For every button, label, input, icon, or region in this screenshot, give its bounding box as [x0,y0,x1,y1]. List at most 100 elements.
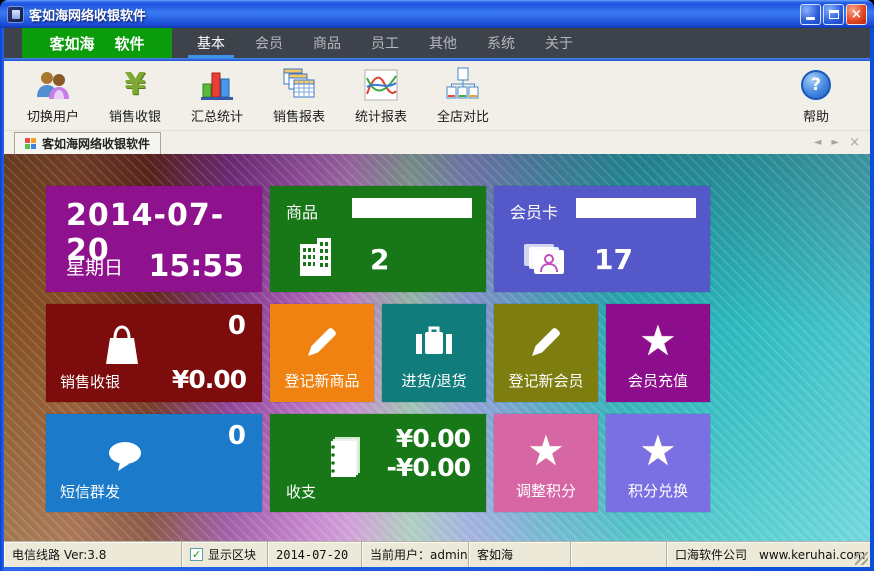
tile-member-recharge[interactable]: ★ 会员充值 [606,304,710,402]
help-icon: ? [796,66,836,104]
redeem-points-label: 积分兑换 [606,480,710,501]
document-tab-bar: 客如海网络收银软件 ◄ ► × [4,131,870,154]
tile-purchase-return[interactable]: 进货/退货 [382,304,486,402]
desktop-area: 2014-07-20 星期日 15:55 商品 [4,154,870,541]
tab-scroll-left-icon[interactable]: ◄ [814,138,822,149]
minimize-button[interactable] [800,4,821,25]
check-icon: ✓ [192,548,201,561]
star-icon: ★ [494,430,598,472]
purchase-return-label: 进货/退货 [382,370,486,391]
sales-cashier-button[interactable]: ¥ 销售收银 [94,66,176,125]
member-cards-icon [520,236,568,282]
tab-close-icon[interactable]: × [849,136,860,149]
app-window: 客如海网络收银软件 × 客如海 软件 基本 会员 商品 员工 其他 系统 关于 [0,0,874,571]
tile-new-product[interactable]: 登记新商品 [270,304,374,402]
cashier-count: 0 [228,311,246,341]
close-icon: × [851,7,862,22]
menu-tab-about[interactable]: 关于 [536,28,582,58]
document-tab-label: 客如海网络收银软件 [42,135,150,152]
sms-count: 0 [228,421,246,451]
speech-bubble-icon [102,438,150,482]
switch-user-icon [33,66,73,104]
adjust-points-label: 调整积分 [494,480,598,501]
sms-label: 短信群发 [60,481,120,502]
sales-report-button[interactable]: 销售报表 [258,66,340,125]
maximize-icon [829,10,839,19]
show-blocks-label: 显示区块 [208,546,256,563]
notebook-icon [322,432,368,486]
new-product-label: 登记新商品 [270,370,374,391]
show-blocks-checkbox[interactable]: ✓ [190,548,203,561]
tool-label: 销售报表 [273,106,325,125]
tile-balance[interactable]: ¥0.00 -¥0.00 收支 [270,414,486,512]
report-tables-icon [279,66,319,104]
tool-label: 全店对比 [437,106,489,125]
minimize-icon [806,17,815,20]
status-empty [571,542,667,567]
close-button[interactable]: × [846,4,867,25]
star-icon: ★ [606,320,710,362]
building-icon [296,232,340,282]
menu-tabs: 基本 会员 商品 员工 其他 系统 关于 [188,28,594,58]
tool-label: 销售收银 [109,106,161,125]
line-chart-icon [361,66,401,104]
status-current-user: 当前用户：admin [362,542,469,567]
weekday-value: 星期日 [66,253,123,280]
status-show-blocks: ✓ 显示区块 [182,542,268,567]
tile-date-time[interactable]: 2014-07-20 星期日 15:55 [46,186,262,292]
window-title: 客如海网络收银软件 [29,5,146,24]
member-card-count: 17 [594,243,633,276]
tool-label: 汇总统计 [191,106,243,125]
app-icon [7,6,24,23]
document-tab-home[interactable]: 客如海网络收银软件 [14,132,161,154]
status-bar: 电信线路 Ver:3.8 ✓ 显示区块 2014-07-20 当前用户：admi… [4,541,870,567]
balance-expense: -¥0.00 [387,453,470,482]
menu-tab-other[interactable]: 其他 [420,28,466,58]
tile-sales-cashier[interactable]: 0 销售收银 ¥0.00 [46,304,262,402]
summary-stats-button[interactable]: 汇总统计 [176,66,258,125]
balance-income: ¥0.00 [396,424,470,453]
switch-user-button[interactable]: 切换用户 [12,66,94,125]
briefcase-icon [382,320,486,364]
resize-grip-icon[interactable] [855,552,868,565]
pencil-icon [270,320,374,364]
yen-icon: ¥ [115,66,155,104]
status-line-version: 电信线路 Ver:3.8 [4,542,182,567]
tile-goods[interactable]: 商品 [270,186,486,292]
brand-suffix: 软件 [115,33,145,54]
menu-tab-basic[interactable]: 基本 [188,28,234,58]
menu-tab-system[interactable]: 系统 [478,28,524,58]
tab-scroll-right-icon[interactable]: ► [831,138,839,149]
stats-report-button[interactable]: 统计报表 [340,66,422,125]
maximize-button[interactable] [823,4,844,25]
tile-redeem-points[interactable]: ★ 积分兑换 [606,414,710,512]
tile-sms[interactable]: 0 短信群发 [46,414,262,512]
menu-tab-staff[interactable]: 员工 [362,28,408,58]
tile-adjust-points[interactable]: ★ 调整积分 [494,414,598,512]
menu-tab-goods[interactable]: 商品 [304,28,350,58]
status-date: 2014-07-20 [268,542,362,567]
star-icon: ★ [606,430,710,472]
title-bar[interactable]: 客如海网络收银软件 × [0,0,874,28]
tool-label: 切换用户 [27,106,79,125]
goods-label: 商品 [286,199,318,223]
status-store-name: 客如海 [469,542,571,567]
bar-chart-icon [197,66,237,104]
store-compare-button[interactable]: 全店对比 [422,66,504,125]
cashier-label: 销售收银 [60,371,120,392]
goods-search-input[interactable] [352,198,472,218]
company-name: 口海软件公司 [675,546,747,563]
balance-label: 收支 [286,481,316,502]
cashier-amount: ¥0.00 [172,365,246,394]
tiles-icon [25,138,37,150]
shopping-bag-icon [98,322,146,374]
member-card-input[interactable] [576,198,696,218]
store-compare-icon [443,66,483,104]
help-button[interactable]: ? 帮助 [786,66,846,125]
goods-count: 2 [370,243,389,276]
menu-tab-member[interactable]: 会员 [246,28,292,58]
tile-member-card[interactable]: 会员卡 17 [494,186,710,292]
tile-new-member[interactable]: 登记新会员 [494,304,598,402]
website-link[interactable]: www.keruhai.com [759,548,865,562]
member-card-label: 会员卡 [510,199,558,223]
